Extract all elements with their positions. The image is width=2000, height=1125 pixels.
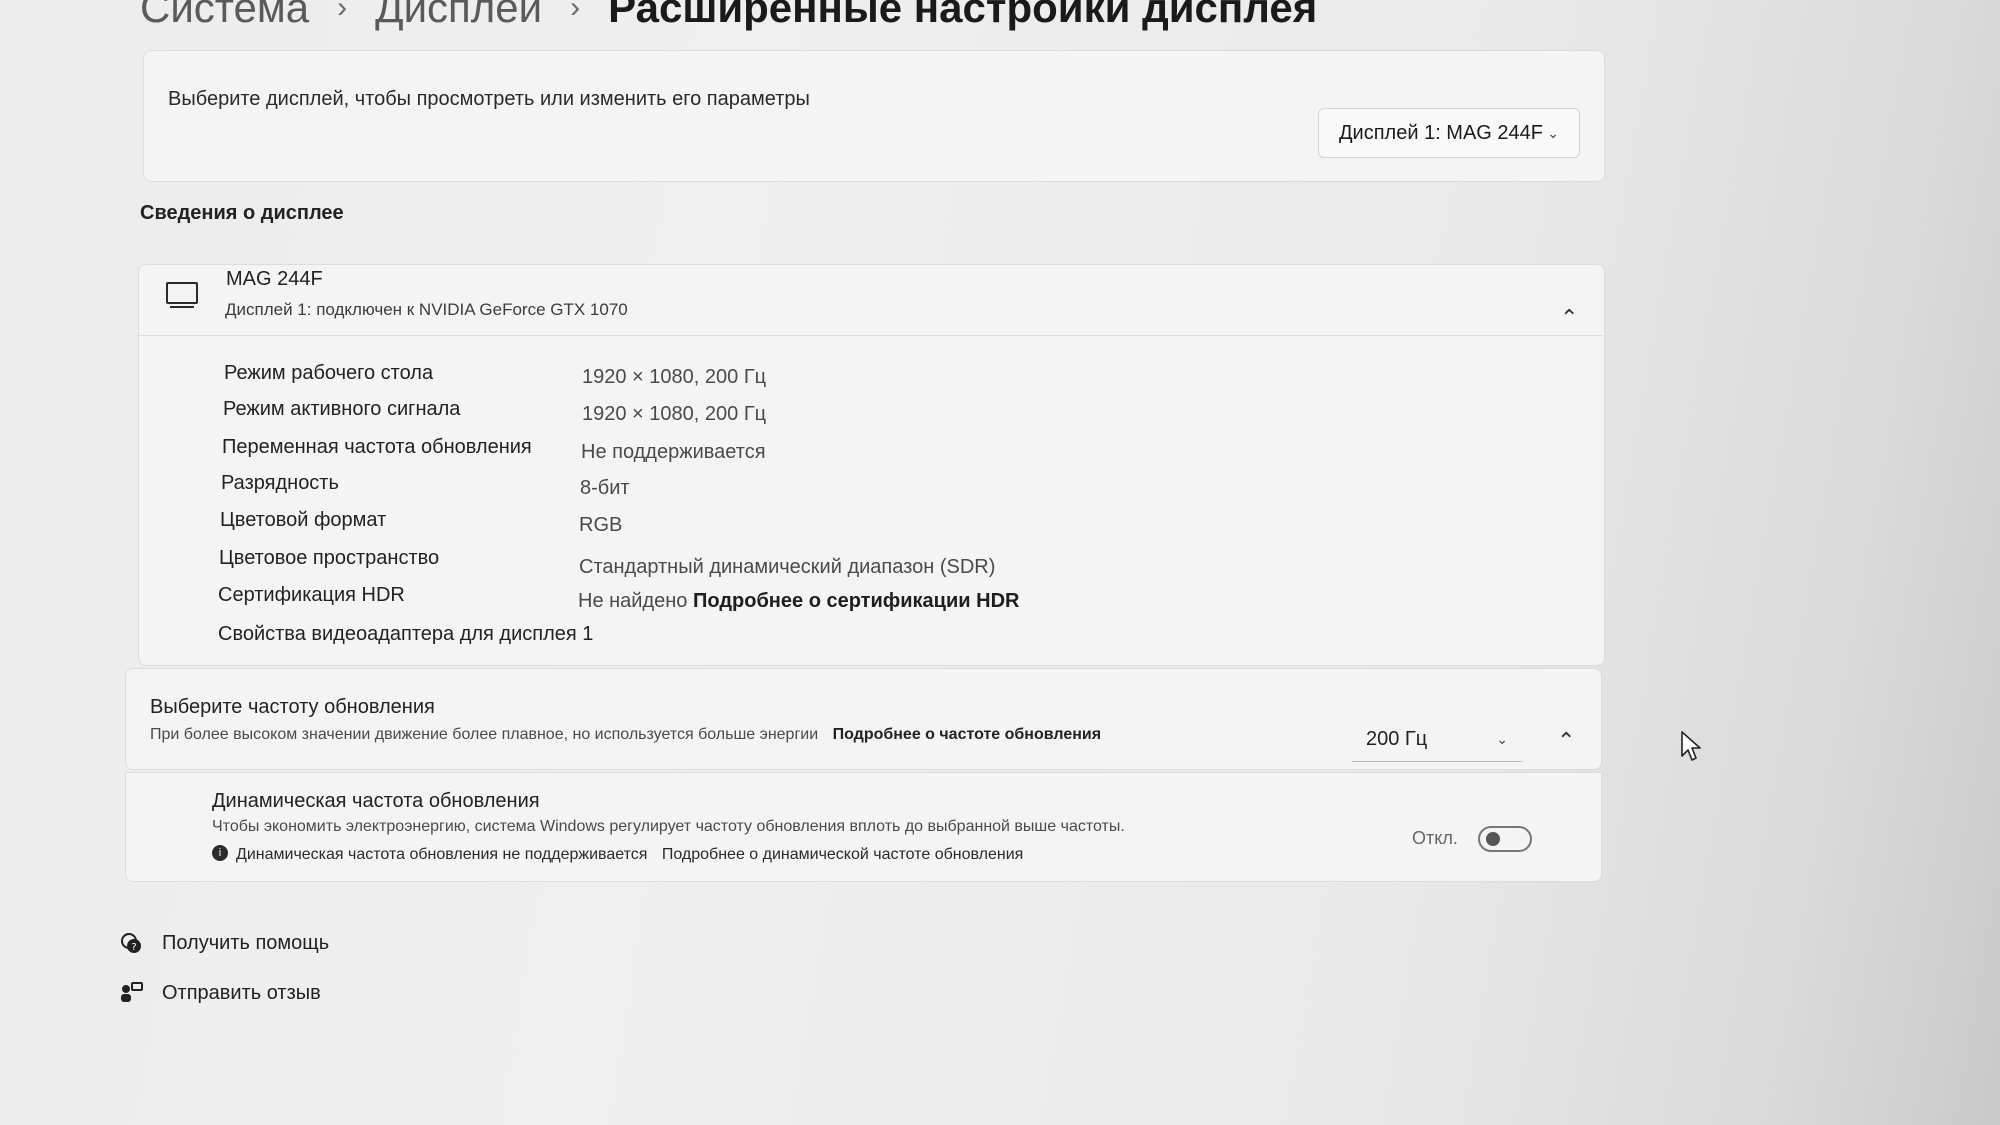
info-row-value: Стандартный динамический диапазон (SDR) xyxy=(579,556,996,578)
get-help-label: Получить помощь xyxy=(162,931,330,954)
info-row-value: 1920 × 1080, 200 Гц xyxy=(582,366,767,388)
breadcrumb-system[interactable]: Система xyxy=(140,0,309,32)
info-row-label: Переменная частота обновления xyxy=(222,436,532,458)
refresh-rate-dropdown[interactable]: 200 Гц ⌄ xyxy=(1352,718,1522,762)
info-icon: i xyxy=(212,845,228,861)
info-row-label: Режим рабочего стола xyxy=(224,362,434,384)
display-selector-prompt: Выберите дисплей, чтобы просмотреть или … xyxy=(168,88,810,110)
refresh-rate-description: При более высоком значении движение боле… xyxy=(150,726,1101,744)
collapse-chevron-up-icon[interactable]: ⌃ xyxy=(1560,305,1578,331)
mouse-cursor-icon xyxy=(1681,731,1701,761)
monitor-subtitle: Дисплей 1: подключен к NVIDIA GeForce GT… xyxy=(225,300,628,319)
breadcrumb: Система › Дисплей › Расширенные настройк… xyxy=(140,0,1317,38)
refresh-rate-desc-text: При более высоком значении движение боле… xyxy=(150,726,819,743)
hdr-learn-more-link[interactable]: Подробнее о сертификации HDR xyxy=(693,590,1019,612)
info-row-value: Не найдено Подробнее о сертификации HDR xyxy=(578,590,1019,613)
info-row-label: Сертификация HDR xyxy=(218,584,405,606)
toggle-knob xyxy=(1486,832,1500,846)
info-row-value: RGB xyxy=(579,514,623,536)
chevron-down-icon: ⌄ xyxy=(1547,124,1559,141)
refresh-rate-title: Выберите частоту обновления xyxy=(150,696,435,718)
monitor-name: MAG 244F xyxy=(226,268,323,290)
breadcrumb-display[interactable]: Дисплей xyxy=(375,0,542,32)
display-select-value: Дисплей 1: MAG 244F xyxy=(1339,121,1544,144)
collapse-chevron-up-icon[interactable]: ⌃ xyxy=(1557,728,1575,754)
monitor-icon xyxy=(166,282,198,304)
refresh-rate-value: 200 Гц xyxy=(1366,728,1428,750)
section-title-display-info: Сведения о дисплее xyxy=(140,202,344,224)
divider xyxy=(138,335,1603,336)
page-title: Расширенные настройки дисплея xyxy=(608,0,1318,31)
info-row-value: 1920 × 1080, 200 Гц xyxy=(582,403,767,425)
info-row-label: Цветовой формат xyxy=(220,509,387,531)
get-help-link[interactable]: ? Получить помощь xyxy=(118,930,329,956)
dynamic-refresh-learn-more-link[interactable]: Подробнее о динамической частоте обновле… xyxy=(662,846,1023,863)
display-select-dropdown[interactable]: Дисплей 1: MAG 244F ⌄ xyxy=(1318,108,1580,158)
help-icon: ? xyxy=(121,933,141,953)
dynamic-refresh-description: Чтобы экономить электроэнергию, система … xyxy=(212,818,1125,835)
svg-text:?: ? xyxy=(131,942,136,953)
dynamic-refresh-note: Динамическая частота обновления не подде… xyxy=(236,846,1023,864)
chevron-down-icon: ⌄ xyxy=(1496,731,1508,747)
adapter-properties-link[interactable]: Свойства видеоадаптера для дисплея 1 xyxy=(218,623,593,646)
info-row-label: Разрядность xyxy=(221,472,339,494)
info-row-value: Не поддерживается xyxy=(581,441,766,463)
info-row-label: Режим активного сигнала xyxy=(223,398,461,420)
breadcrumb-separator: › xyxy=(570,0,581,24)
dynamic-refresh-title: Динамическая частота обновления xyxy=(212,790,540,812)
dynamic-refresh-note-text: Динамическая частота обновления не подде… xyxy=(236,846,648,863)
breadcrumb-separator: › xyxy=(337,0,348,24)
send-feedback-link[interactable]: Отправить отзыв xyxy=(118,980,321,1006)
refresh-rate-learn-more-link[interactable]: Подробнее о частоте обновления xyxy=(833,726,1101,743)
send-feedback-label: Отправить отзыв xyxy=(162,981,321,1004)
toggle-state-label: Откл. xyxy=(1412,828,1458,848)
info-row-label: Цветовое пространство xyxy=(219,547,440,569)
feedback-icon xyxy=(121,982,143,1002)
hdr-status: Не найдено xyxy=(578,590,688,612)
info-row-value: 8-бит xyxy=(580,477,630,499)
monitor-stand-icon xyxy=(170,306,194,308)
